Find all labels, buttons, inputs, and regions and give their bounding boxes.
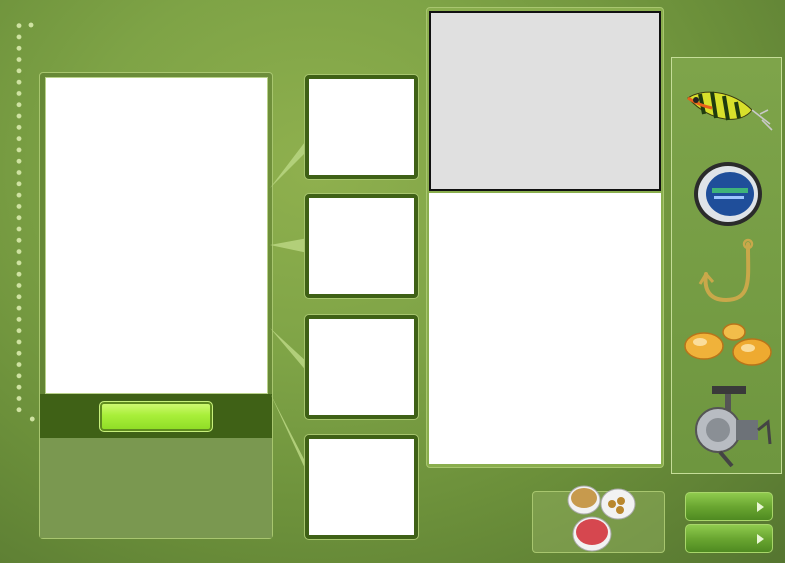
- play-triangle-icon: [757, 502, 764, 512]
- detail-text-area: [429, 193, 661, 464]
- thumbnail-1[interactable]: [305, 75, 418, 179]
- bait-cups-icon: [567, 485, 636, 552]
- next-button-1[interactable]: [685, 492, 773, 521]
- preview-description-area: [40, 438, 272, 538]
- fishing-line-spool-icon[interactable]: [682, 158, 774, 228]
- next-button-2[interactable]: [685, 524, 773, 553]
- thumbnail-2[interactable]: [305, 194, 418, 298]
- fishing-lure-icon[interactable]: [682, 80, 774, 150]
- thumbnail-4[interactable]: [305, 435, 418, 539]
- main-action-button[interactable]: [99, 401, 213, 432]
- fishing-hook-icon[interactable]: [682, 238, 774, 308]
- corn-bait-icon[interactable]: [682, 318, 774, 373]
- dot-decoration: [26, 20, 36, 30]
- detail-image-placeholder: [429, 11, 661, 191]
- dotted-rail-vertical: [15, 20, 23, 415]
- main-preview-image: [45, 77, 268, 394]
- spinning-reel-icon[interactable]: [682, 382, 774, 468]
- thumbnail-3[interactable]: [305, 315, 418, 419]
- play-triangle-icon: [757, 534, 764, 544]
